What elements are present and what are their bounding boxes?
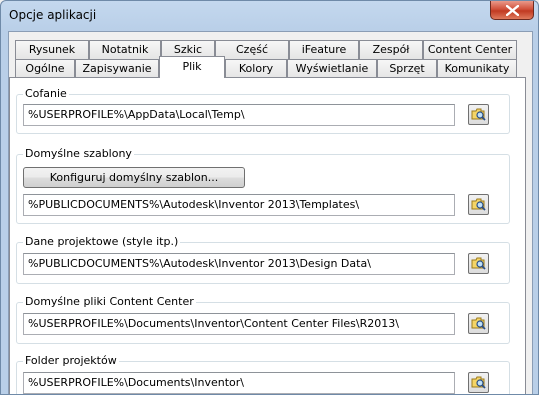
configure-template-button[interactable]: Konfiguruj domyślny szablon...	[23, 167, 245, 188]
tab-content-center[interactable]: Content Center	[423, 40, 517, 59]
tab-sprzet[interactable]: Sprzęt	[377, 59, 437, 78]
tab-zapisywanie[interactable]: Zapisywanie	[75, 59, 159, 78]
group-label-content-center: Domyślne pliki Content Center	[23, 295, 196, 308]
tab-kolory[interactable]: Kolory	[225, 59, 287, 78]
templates-path-field[interactable]: %PUBLICDOCUMENTS%\Autodesk\Inventor 2013…	[23, 194, 455, 216]
group-content-center-files: Domyślne pliki Content Center %USERPROFI…	[16, 295, 510, 344]
title-bar[interactable]: Opcje aplikacji	[1, 1, 538, 31]
projects-path-field[interactable]: %USERPROFILE%\Documents\Inventor\	[23, 372, 455, 394]
tab-rysunek[interactable]: Rysunek	[15, 40, 89, 59]
tab-plik[interactable]: Plik	[159, 56, 225, 78]
group-label-design-data: Dane projektowe (style itp.)	[23, 235, 181, 248]
group-default-templates: Domyślne szablony Konfiguruj domyślny sz…	[16, 147, 510, 224]
content-center-browse-button[interactable]	[468, 313, 489, 334]
undo-browse-button[interactable]	[468, 104, 489, 125]
tab-czesc[interactable]: Część	[215, 40, 289, 59]
tab-komunikaty[interactable]: Komunikaty	[437, 59, 517, 78]
group-undo: Cofanie %USERPROFILE%\AppData\Local\Temp…	[16, 87, 510, 134]
group-design-data: Dane projektowe (style itp.) %PUBLICDOCU…	[16, 235, 510, 284]
group-label-projects: Folder projektów	[23, 354, 119, 367]
group-label-undo: Cofanie	[23, 87, 69, 100]
content-center-path-field[interactable]: %USERPROFILE%\Documents\Inventor\Content…	[23, 313, 455, 335]
undo-path-field[interactable]: %USERPROFILE%\AppData\Local\Temp\	[23, 104, 455, 126]
tab-ifeature[interactable]: iFeature	[289, 40, 359, 59]
group-label-templates: Domyślne szablony	[23, 147, 134, 160]
projects-browse-button[interactable]	[468, 372, 489, 393]
dialog-client-area: Rysunek Notatnik Szkic Część iFeature Ze…	[8, 31, 533, 394]
tab-wyswietlanie[interactable]: Wyświetlanie	[287, 59, 377, 78]
templates-browse-button[interactable]	[468, 194, 489, 215]
options-window: Opcje aplikacji Rysunek Notatnik Szkic C…	[0, 0, 539, 395]
tab-panel-plik: Cofanie %USERPROFILE%\AppData\Local\Temp…	[9, 77, 526, 394]
window-title: Opcje aplikacji	[9, 8, 97, 22]
tab-ogolne[interactable]: Ogólne	[15, 59, 75, 78]
tab-zespol[interactable]: Zespół	[359, 40, 423, 59]
design-data-path-field[interactable]: %PUBLICDOCUMENTS%\Autodesk\Inventor 2013…	[23, 253, 455, 275]
design-data-browse-button[interactable]	[468, 253, 489, 274]
tab-notatnik[interactable]: Notatnik	[89, 40, 161, 59]
group-projects-folder: Folder projektów %USERPROFILE%\Documents…	[16, 354, 510, 394]
close-button[interactable]	[490, 1, 534, 20]
